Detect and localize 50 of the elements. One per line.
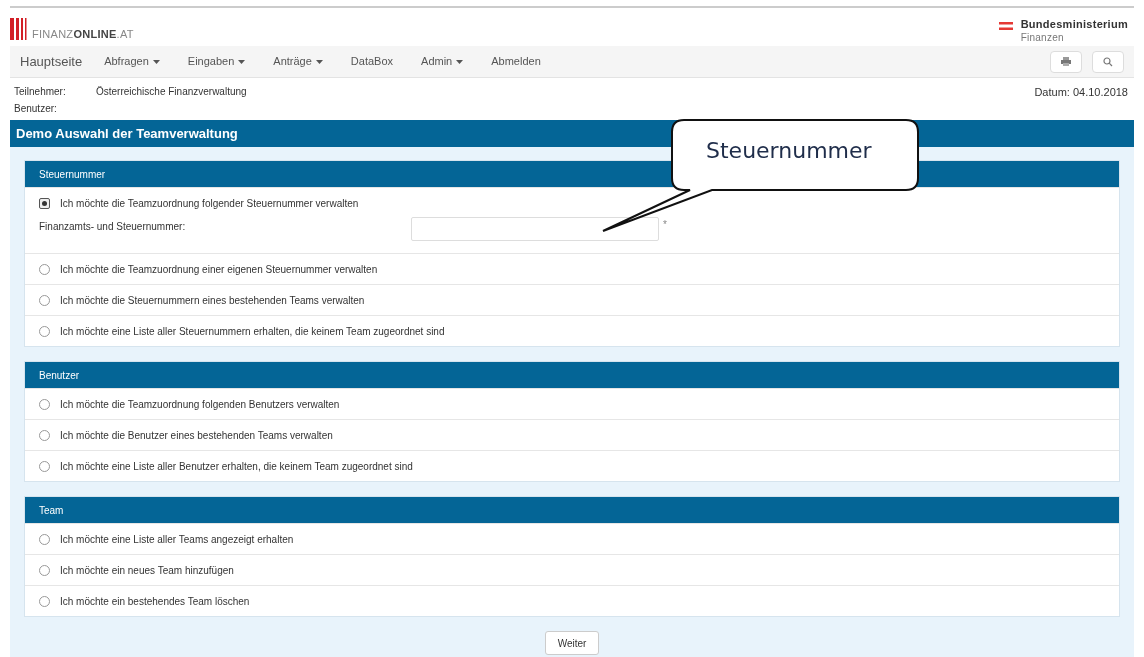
nav-menu-item[interactable]: Anträge	[273, 53, 323, 70]
caret-icon	[238, 59, 246, 64]
participant-label: Teilnehmer:	[14, 86, 67, 99]
radio-button[interactable]	[39, 325, 50, 337]
search-button[interactable]	[1092, 50, 1124, 73]
search-icon	[1103, 56, 1113, 67]
participant-value: Österreichische Finanzverwaltung	[96, 86, 247, 99]
nav-menu-item[interactable]: Abmelden	[491, 53, 541, 70]
nav-menu-item[interactable]: Eingaben	[187, 53, 246, 70]
radio-button[interactable]	[39, 263, 50, 275]
radio-button[interactable]	[39, 533, 50, 545]
tax-number-field[interactable]	[411, 217, 659, 241]
section-header: Team	[25, 497, 1119, 523]
user-label: Benutzer:	[14, 103, 58, 116]
option-label: Ich möchte eine Liste aller Teams angezeigt erhalten	[60, 532, 294, 547]
logo-icon	[10, 18, 28, 40]
option-label: Ich möchte die Teamzuordnung folgender Steuernummer verwalten	[60, 197, 359, 211]
caret-icon	[456, 59, 464, 64]
date-text: Datum: 04.10.2018	[1034, 86, 1128, 100]
nav-menu-item[interactable]: DataBox	[350, 53, 394, 70]
field-label: Finanzamts- und Steuernummer:	[39, 220, 187, 234]
option-label: Ich möchte die Teamzuordnung einer eigenen Steuernummer verwalten	[60, 262, 378, 277]
radio-button[interactable]	[39, 198, 50, 209]
caret-icon	[152, 59, 160, 64]
ministry-name: Bundesministerium	[1020, 18, 1128, 31]
option-label: Ich möchte ein neues Team hinzufügen	[60, 563, 234, 578]
radio-button[interactable]	[39, 460, 50, 472]
radio-button[interactable]	[39, 398, 50, 410]
nav-menu-item[interactable]: Abfragen	[104, 53, 160, 70]
next-button[interactable]: Weiter	[544, 631, 600, 655]
ministry-subtitle: Finanzen	[1020, 31, 1065, 44]
print-button[interactable]	[1050, 50, 1082, 73]
nav-home-link[interactable]: Hauptseite	[20, 51, 83, 72]
caret-icon	[315, 59, 323, 64]
nav-menu-item[interactable]: Admin	[421, 53, 464, 70]
logo-text: FINANZONLINE.AT	[32, 29, 134, 40]
radio-button[interactable]	[39, 294, 50, 306]
option-label: Ich möchte die Teamzuordnung folgenden Benutzers verwalten	[60, 397, 340, 412]
radio-button[interactable]	[39, 595, 50, 607]
radio-button[interactable]	[39, 564, 50, 576]
option-label: Ich möchte die Benutzer eines bestehenden Teams verwalten	[60, 428, 333, 443]
option-label: Ich möchte eine Liste aller Benutzer erhalten, die keinem Team zugeordnet sind	[60, 459, 413, 474]
printer-icon	[1061, 57, 1071, 66]
option-label: Ich möchte eine Liste aller Steuernummern erhalten, die keinem Team zugeordnet sind	[60, 324, 445, 339]
required-mark: *	[663, 218, 667, 232]
option-label: Ich möchte die Steuernummern eines bestehenden Teams verwalten	[60, 293, 365, 308]
radio-button[interactable]	[39, 429, 50, 441]
section-header: Benutzer	[25, 362, 1119, 388]
austria-flag-icon	[998, 22, 1013, 30]
option-label: Ich möchte ein bestehendes Team löschen	[60, 594, 250, 609]
